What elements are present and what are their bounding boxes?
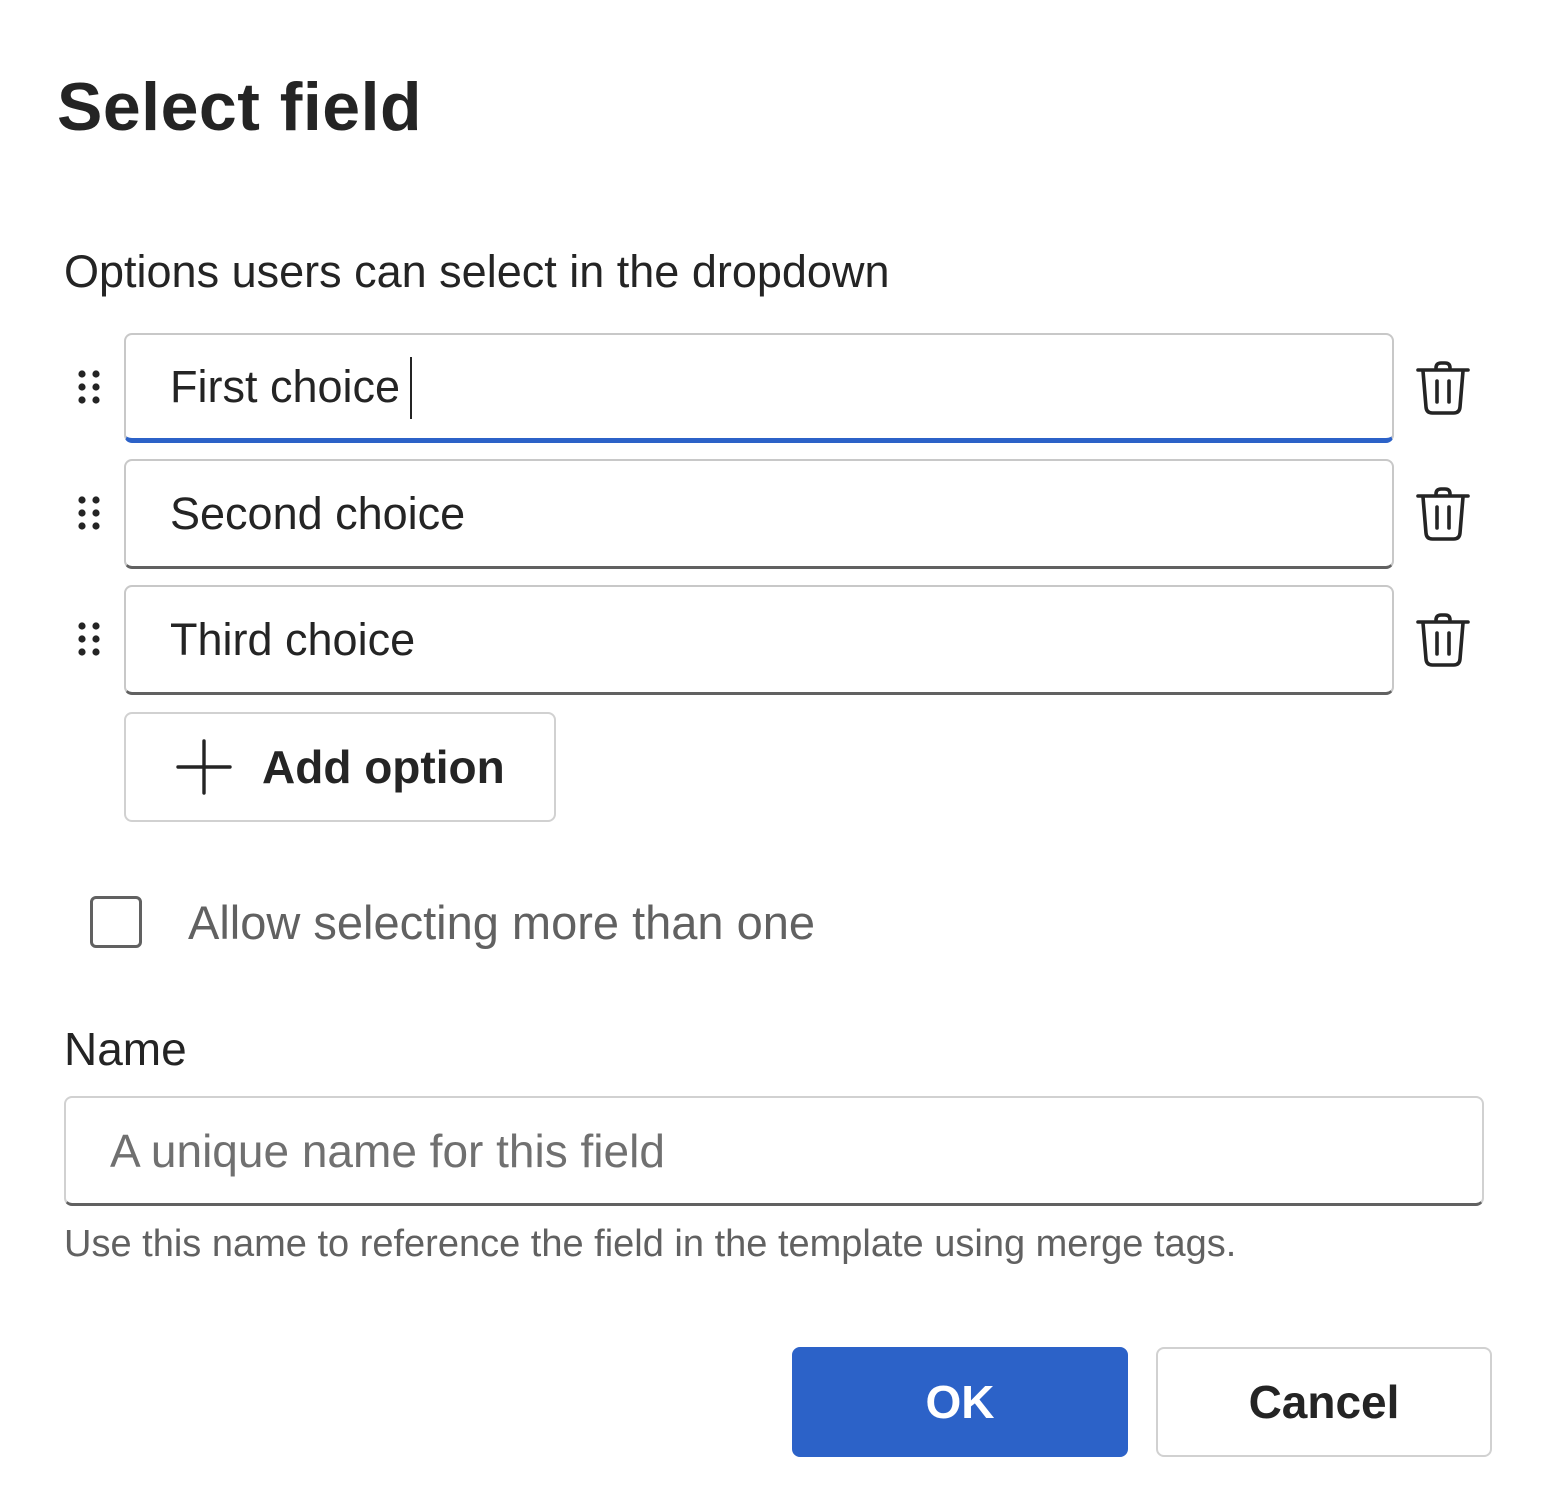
option-input[interactable] [124, 333, 1394, 443]
name-input[interactable] [64, 1096, 1484, 1206]
trash-icon[interactable] [1414, 611, 1472, 669]
multi-select-label[interactable]: Allow selecting more than one [188, 895, 815, 950]
multi-select-checkbox[interactable] [90, 896, 142, 948]
text-caret [410, 357, 412, 419]
option-row [0, 585, 1564, 695]
drag-handle-icon[interactable] [74, 495, 104, 535]
option-input[interactable] [124, 585, 1394, 695]
trash-icon[interactable] [1414, 485, 1472, 543]
multi-select-row: Allow selecting more than one [90, 892, 815, 952]
options-label: Options users can select in the dropdown [64, 246, 890, 297]
name-helper-text: Use this name to reference the field in … [64, 1223, 1237, 1265]
trash-icon[interactable] [1414, 359, 1472, 417]
name-label: Name [64, 1023, 187, 1075]
select-field-dialog: Select field Options users can select in… [0, 0, 1564, 1504]
dialog-title: Select field [57, 69, 423, 145]
drag-handle-icon[interactable] [74, 369, 104, 409]
add-option-label: Add option [262, 741, 505, 793]
cancel-button[interactable]: Cancel [1156, 1347, 1492, 1457]
plus-icon [176, 739, 232, 795]
add-option-button[interactable]: Add option [124, 712, 556, 822]
ok-button[interactable]: OK [792, 1347, 1128, 1457]
drag-handle-icon[interactable] [74, 621, 104, 661]
option-row [0, 459, 1564, 569]
option-row [0, 333, 1564, 443]
option-input[interactable] [124, 459, 1394, 569]
